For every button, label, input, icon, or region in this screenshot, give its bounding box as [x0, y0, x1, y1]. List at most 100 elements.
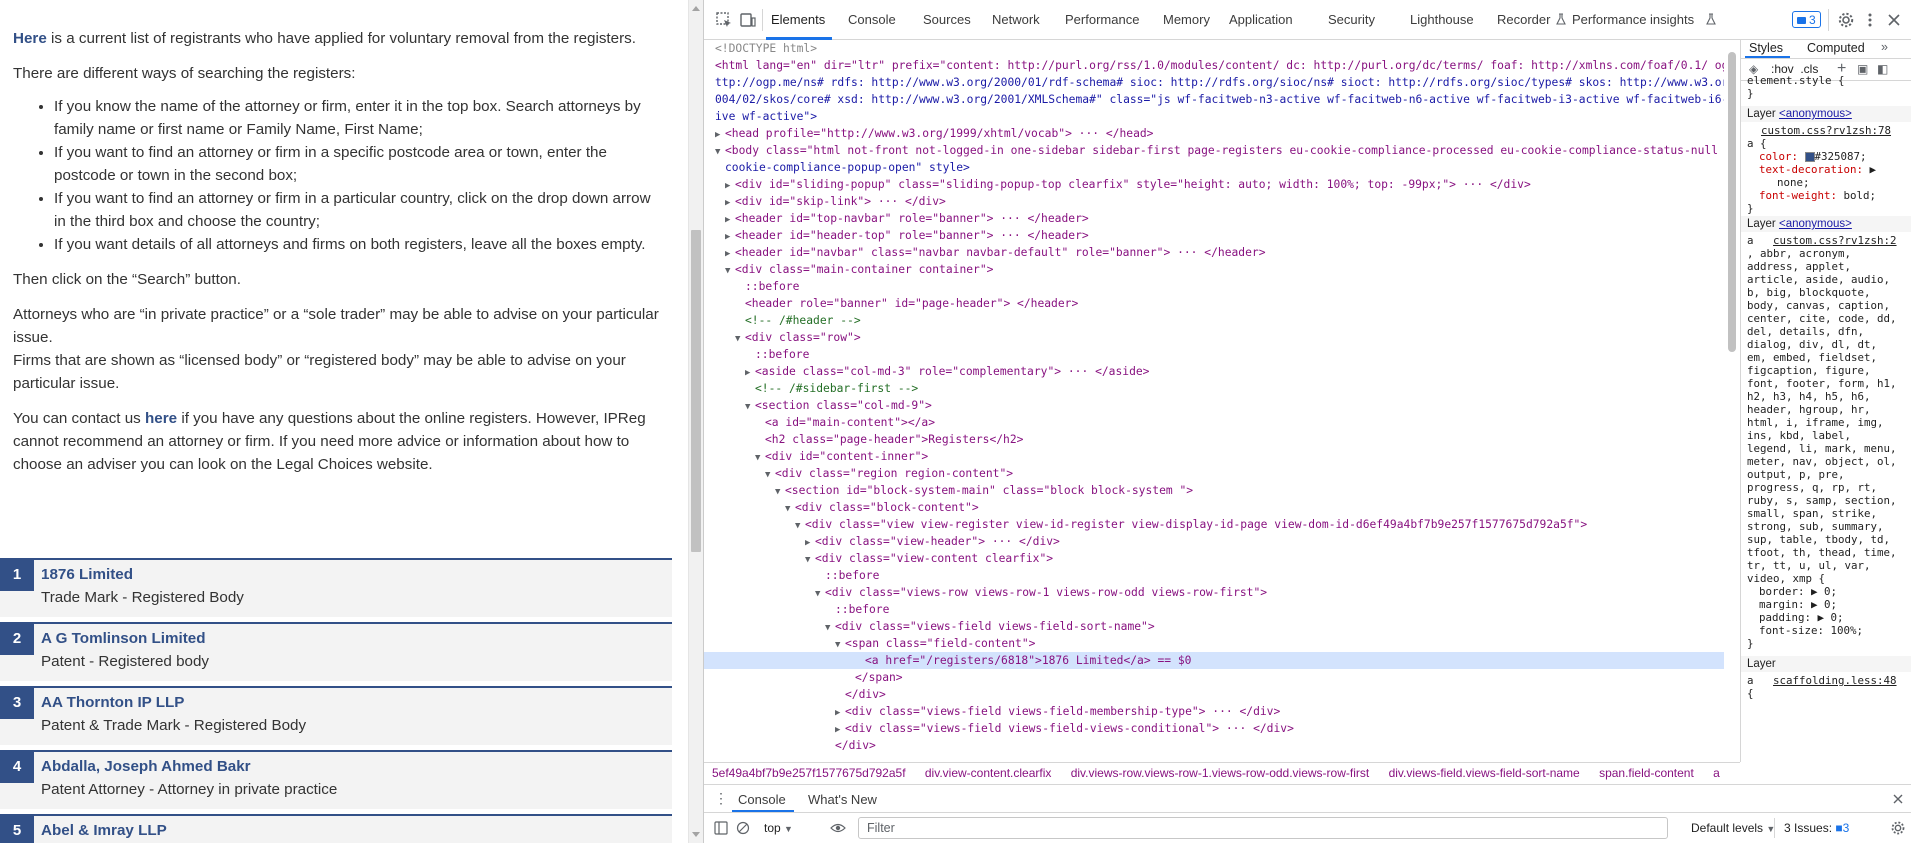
eye-icon[interactable] [830, 821, 846, 835]
tab-console-drawer[interactable]: Console [738, 792, 786, 807]
dom-node[interactable]: ▼ <div class="region region-content"> [765, 465, 1013, 482]
breadcrumb-item[interactable]: div.views-row.views-row-1.views-row-odd.… [1071, 766, 1370, 780]
dom-node[interactable]: ::before [825, 567, 879, 584]
css-declaration[interactable]: padding: ▶ 0; [1759, 611, 1844, 624]
inspect-element-icon[interactable] [715, 11, 733, 29]
tab-performance-insights[interactable]: Performance insights [1572, 12, 1694, 27]
source-link[interactable]: custom.css?rv1zsh:78 [1761, 124, 1891, 137]
collapse-triangle-icon[interactable]: ▼ [715, 144, 725, 161]
settings-gear-icon[interactable] [1837, 11, 1855, 29]
context-selector[interactable]: top ▼ [764, 821, 793, 835]
tab-memory[interactable]: Memory [1163, 12, 1210, 27]
selected-dom-node[interactable]: <a href="/registers/6818">1876 Limited</… [704, 652, 1724, 669]
collapse-triangle-icon[interactable]: ▼ [825, 620, 835, 637]
dom-node[interactable]: ▶ <head profile="http://www.w3.org/1999/x… [715, 125, 1153, 142]
registrant-name-link[interactable]: Abdalla, Joseph Ahmed Bakr [41, 758, 251, 775]
breadcrumb-item[interactable]: div.view-content.clearfix [925, 766, 1052, 780]
dom-node[interactable]: ▼ <div class="main-container container"> [725, 261, 993, 278]
drawer-menu-icon[interactable]: ⋮ [714, 790, 728, 807]
dom-node[interactable]: ▶ <div class="views-field views-field-vie… [835, 720, 1294, 737]
dom-node[interactable]: ▶ <div id="skip-link"> ··· </div> [725, 193, 946, 210]
registrant-name-link[interactable]: AA Thornton IP LLP [41, 694, 184, 711]
dom-node[interactable]: ▼ <div class="view-content clearfix"> [805, 550, 1053, 567]
breadcrumb-item[interactable]: 5ef49a4bf7b9e257f1577675d792a5f [712, 766, 906, 780]
dom-node[interactable]: ive wf-active"> [715, 108, 817, 125]
dom-node[interactable]: ▶ <header id="header-top" role="banner"> … [725, 227, 1089, 244]
dom-node[interactable]: </div> [845, 686, 886, 703]
sidebar-toggle-icon[interactable]: ◧ [1877, 62, 1888, 76]
dom-node[interactable]: <!DOCTYPE html> [715, 40, 817, 57]
close-icon[interactable] [1885, 11, 1903, 29]
dom-node[interactable]: ttp://ogp.me/ns# rdfs: http://www.w3.org… [715, 74, 1740, 91]
dom-node[interactable]: </div> [835, 737, 876, 754]
css-declaration[interactable]: color: #325087; [1759, 150, 1867, 163]
tab-recorder[interactable]: Recorder [1497, 12, 1550, 27]
scroll-down-arrow-icon[interactable] [692, 832, 700, 837]
dom-node[interactable]: <header role="banner" id="page-header"> … [745, 295, 1078, 312]
dom-node[interactable]: ▼ <div class="block-content"> [785, 499, 979, 516]
tab-application[interactable]: Application [1229, 12, 1293, 27]
breadcrumb-item[interactable]: div.views-field.views-field-sort-name [1389, 766, 1580, 780]
scrollbar-thumb[interactable] [691, 230, 701, 552]
sidebar-toggle-icon[interactable] [714, 821, 728, 835]
color-swatch[interactable] [1804, 152, 1815, 162]
layer-anonymous-link[interactable]: <anonymous> [1779, 108, 1852, 120]
dom-node[interactable]: ▶ <div class="views-field views-field-mem… [835, 703, 1280, 720]
dom-node[interactable]: ::before [755, 346, 809, 363]
css-declaration[interactable]: font-weight: bold; [1759, 189, 1876, 202]
dom-node[interactable]: ▶ <header id="top-navbar" role="banner"> … [725, 210, 1089, 227]
tab-elements[interactable]: Elements [771, 12, 825, 27]
registrant-name-link[interactable]: Abel & Imray LLP [41, 822, 167, 839]
dom-node[interactable]: ▶ <div class="view-header"> ··· </div> [805, 533, 1060, 550]
here-link[interactable]: Here [13, 30, 47, 47]
dom-node[interactable]: cookie-compliance-popup-open" style> [725, 159, 970, 176]
dom-node[interactable]: ▼ <div class="views-field views-field-sor… [825, 618, 1155, 635]
css-declaration[interactable]: font-size: 100%; [1759, 624, 1863, 637]
default-levels-dropdown[interactable]: Default levels ▼ [1691, 821, 1775, 835]
dom-node[interactable]: ::before [835, 601, 889, 618]
dom-node[interactable]: <a id="main-content"></a> [765, 414, 935, 431]
console-filter-input[interactable]: Filter [858, 817, 1668, 839]
collapse-triangle-icon[interactable]: ▼ [795, 518, 805, 535]
dom-node[interactable]: ::before [745, 278, 799, 295]
tab-performance[interactable]: Performance [1065, 12, 1139, 27]
dom-node[interactable]: <!-- /#header --> [745, 312, 861, 329]
layer-anonymous-link[interactable]: <anonymous> [1779, 218, 1852, 230]
tab-lighthouse[interactable]: Lighthouse [1410, 12, 1474, 27]
collapse-triangle-icon[interactable]: ▼ [745, 399, 755, 416]
tab-network[interactable]: Network [992, 12, 1040, 27]
dom-node[interactable]: ▼ <body class="html not-front not-logged-… [715, 142, 1740, 159]
dom-node[interactable]: ▼ <div class="views-row views-row-1 views… [815, 584, 1267, 601]
dom-node[interactable]: <html lang="en" dir="ltr" prefix="conten… [715, 57, 1740, 74]
clear-console-icon[interactable] [736, 821, 750, 835]
collapse-triangle-icon[interactable]: ▼ [815, 586, 825, 603]
scrollbar-thumb[interactable] [1728, 52, 1736, 352]
css-declaration[interactable]: margin: ▶ 0; [1759, 598, 1837, 611]
dom-node[interactable]: ▼ <div class="row"> [735, 329, 861, 346]
dom-node[interactable]: <!-- /#sidebar-first --> [755, 380, 918, 397]
registrant-name-link[interactable]: 1876 Limited [41, 566, 133, 583]
tab-computed[interactable]: Computed [1807, 41, 1865, 55]
tab-console[interactable]: Console [848, 12, 896, 27]
more-tabs-icon[interactable]: » [1881, 40, 1888, 54]
close-drawer-icon[interactable] [1892, 793, 1904, 805]
console-settings-gear-icon[interactable] [1890, 820, 1906, 836]
collapse-triangle-icon[interactable]: ▼ [765, 467, 775, 484]
css-declaration[interactable]: border: ▶ 0; [1759, 585, 1837, 598]
contact-here-link[interactable]: here [145, 410, 177, 427]
css-declaration[interactable]: text-decoration: ▶ [1759, 163, 1876, 176]
dom-node[interactable]: ▼ <span class="field-content"> [835, 635, 1035, 652]
dom-node[interactable]: ▼ <div id="content-inner"> [755, 448, 928, 465]
dom-node[interactable]: </span> [855, 669, 903, 686]
tab-security[interactable]: Security [1328, 12, 1375, 27]
collapse-triangle-icon[interactable]: ▼ [785, 501, 795, 518]
issues-badge[interactable]: 3 [1792, 11, 1821, 28]
dom-node[interactable]: <h2 class="page-header">Registers</h2> [765, 431, 1023, 448]
dom-node[interactable]: ▼ <section class="col-md-9"> [745, 397, 932, 414]
tab-sources[interactable]: Sources [923, 12, 971, 27]
computed-toggle-icon[interactable]: ▣ [1857, 62, 1868, 76]
dom-node[interactable]: ▶ <header id="navbar" class="navbar navba… [725, 244, 1266, 261]
more-options-icon[interactable] [1861, 11, 1879, 29]
tab-whats-new[interactable]: What's New [808, 792, 877, 807]
page-scrollbar[interactable] [688, 0, 703, 843]
